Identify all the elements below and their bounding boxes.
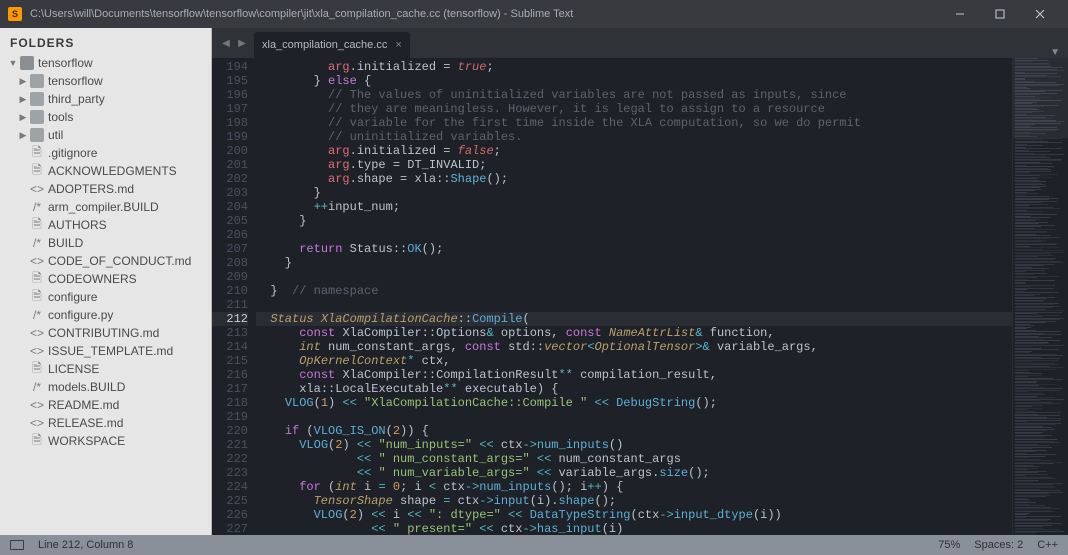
file-tab[interactable]: xla_compilation_cache.cc × [254,32,410,58]
status-bar: Line 212, Column 8 75% Spaces: 2 C++ [0,535,1068,555]
folder-tree[interactable]: ▼tensorflow▶tensorflow▶third_party▶tools… [0,54,211,535]
tree-item-label: util [48,128,63,142]
tree-item[interactable]: ▶util [0,126,211,144]
tree-item[interactable]: <> RELEASE.md [0,414,211,432]
file-icon: 🗎 [30,272,44,286]
tree-item[interactable]: 🗎 ACKNOWLEDGMENTS [0,162,211,180]
app-icon: S [8,7,22,21]
tree-item-label: configure [48,290,97,304]
code-area[interactable]: arg.initialized = true; } else { // The … [256,58,1012,535]
minimap-viewport[interactable] [1013,58,1068,138]
titlebar: S C:\Users\will\Documents\tensorflow\ten… [0,0,1068,28]
file-icon: <> [30,416,44,430]
file-icon: <> [30,254,44,268]
file-icon: <> [30,182,44,196]
tree-item[interactable]: /* BUILD [0,234,211,252]
file-icon: <> [30,326,44,340]
window-title: C:\Users\will\Documents\tensorflow\tenso… [30,8,940,20]
tree-item-label: RELEASE.md [48,416,123,430]
tree-item[interactable]: 🗎 WORKSPACE [0,432,211,450]
tree-item[interactable]: ▶tools [0,108,211,126]
minimap[interactable] [1012,58,1068,535]
tree-item[interactable]: <> CODE_OF_CONDUCT.md [0,252,211,270]
tree-item-label: README.md [48,398,119,412]
tab-bar: ◀ ▶ xla_compilation_cache.cc × ▼ [212,28,1068,58]
file-icon: 🗎 [30,434,44,448]
tree-item[interactable]: ▶third_party [0,90,211,108]
tree-item-label: ACKNOWLEDGMENTS [48,164,177,178]
minimize-button[interactable] [940,0,980,28]
tree-item[interactable]: ▶tensorflow [0,72,211,90]
tree-item[interactable]: 🗎 AUTHORS [0,216,211,234]
file-icon: /* [30,200,44,214]
tree-item-label: tools [48,110,73,124]
tree-item[interactable]: <> README.md [0,396,211,414]
status-line-col[interactable]: Line 212, Column 8 [38,539,133,551]
tree-item-label: LICENSE [48,362,99,376]
folder-icon [30,128,44,142]
file-icon: 🗎 [30,218,44,232]
sidebar: FOLDERS ▼tensorflow▶tensorflow▶third_par… [0,28,212,535]
tab-history-back[interactable]: ◀ [218,33,234,53]
tree-item[interactable]: 🗎 CODEOWNERS [0,270,211,288]
tree-item-label: AUTHORS [48,218,107,232]
folder-icon [30,74,44,88]
close-icon[interactable]: × [395,39,401,51]
sidebar-header: FOLDERS [0,28,211,54]
close-button[interactable] [1020,0,1060,28]
file-icon: /* [30,380,44,394]
tree-item-label: CODEOWNERS [48,272,137,286]
tree-item-label: tensorflow [38,56,93,70]
file-icon: /* [30,308,44,322]
file-icon: <> [30,344,44,358]
line-gutter[interactable]: 1941951961971981992002012022032042052062… [212,58,256,535]
tab-history-forward[interactable]: ▶ [234,33,250,53]
status-syntax[interactable]: C++ [1037,539,1058,551]
editor: ◀ ▶ xla_compilation_cache.cc × ▼ 1941951… [212,28,1068,535]
folder-icon [30,110,44,124]
status-indent[interactable]: Spaces: 2 [974,539,1023,551]
tree-item[interactable]: /* models.BUILD [0,378,211,396]
tree-item-label: CONTRIBUTING.md [48,326,159,340]
tree-item-label: configure.py [48,308,113,322]
file-icon: 🗎 [30,146,44,160]
tree-item-label: WORKSPACE [48,434,125,448]
tree-item[interactable]: /* configure.py [0,306,211,324]
tree-item[interactable]: ▼tensorflow [0,54,211,72]
status-zoom[interactable]: 75% [938,539,960,551]
tree-item-label: tensorflow [48,74,103,88]
tree-item-label: BUILD [48,236,83,250]
tree-item[interactable]: 🗎 configure [0,288,211,306]
tree-item-label: .gitignore [48,146,97,160]
tree-item-label: CODE_OF_CONDUCT.md [48,254,191,268]
file-icon: <> [30,398,44,412]
tree-item-label: arm_compiler.BUILD [48,200,159,214]
file-icon: 🗎 [30,290,44,304]
file-icon: /* [30,236,44,250]
maximize-button[interactable] [980,0,1020,28]
tab-overflow-button[interactable]: ▼ [1050,47,1060,58]
tree-item[interactable]: <> CONTRIBUTING.md [0,324,211,342]
tree-item-label: models.BUILD [48,380,125,394]
window-controls [940,0,1060,28]
tree-item-label: ADOPTERS.md [48,182,134,196]
tab-label: xla_compilation_cache.cc [262,39,387,51]
file-icon: 🗎 [30,362,44,376]
tree-item[interactable]: <> ADOPTERS.md [0,180,211,198]
panel-icon[interactable] [10,540,24,550]
tree-item-label: third_party [48,92,105,106]
tree-item-label: ISSUE_TEMPLATE.md [48,344,173,358]
folder-icon [30,92,44,106]
tree-item[interactable]: <> ISSUE_TEMPLATE.md [0,342,211,360]
tree-item[interactable]: 🗎 .gitignore [0,144,211,162]
file-icon: 🗎 [30,164,44,178]
folder-icon [20,56,34,70]
tree-item[interactable]: /* arm_compiler.BUILD [0,198,211,216]
tree-item[interactable]: 🗎 LICENSE [0,360,211,378]
